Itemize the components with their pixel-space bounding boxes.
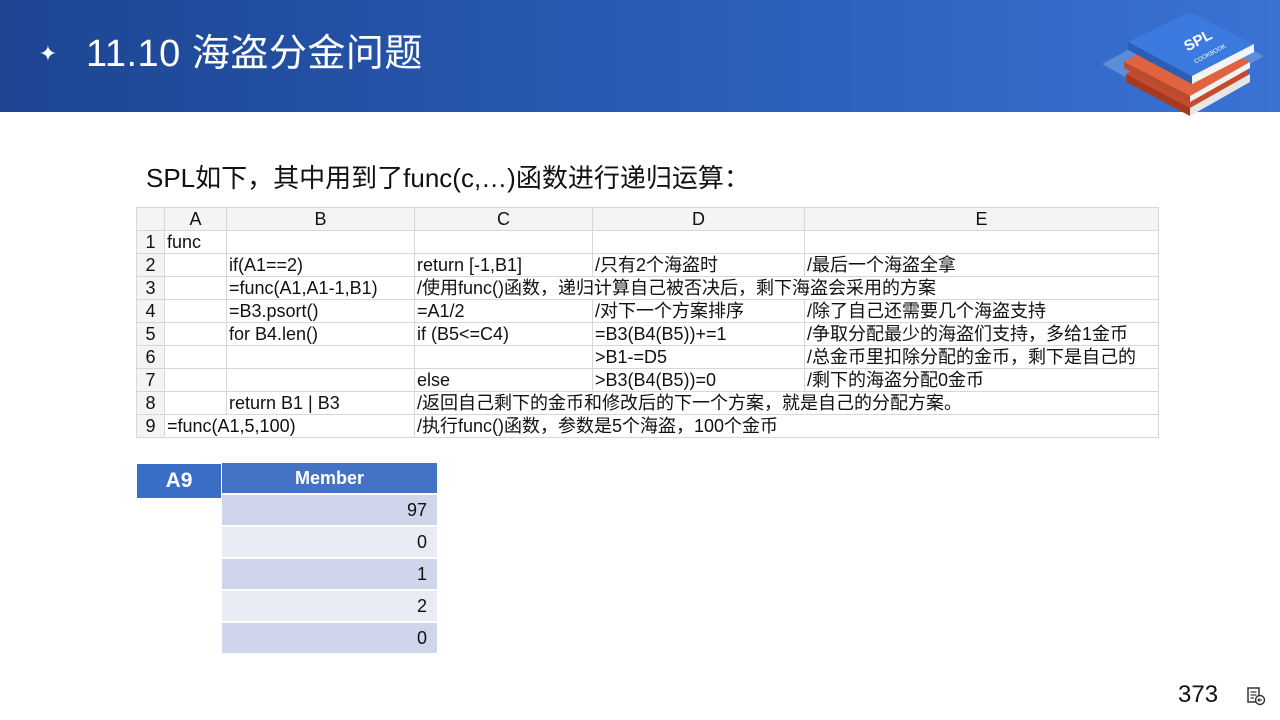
- cell[interactable]: =func(A1,5,100): [164, 414, 415, 438]
- cell[interactable]: func: [164, 230, 227, 254]
- cell[interactable]: >B3(B4(B5))=0: [592, 368, 805, 392]
- grid-corner: [136, 207, 165, 231]
- intro-text: SPL如下，其中用到了func(c,…)函数进行递归运算：: [146, 163, 750, 193]
- cell[interactable]: for B4.len(): [226, 322, 415, 346]
- grid-row: 7 else >B3(B4(B5))=0 /剩下的海盗分配0金币: [136, 368, 1159, 392]
- row-number[interactable]: 7: [136, 368, 165, 392]
- cell[interactable]: [804, 230, 1159, 254]
- cell[interactable]: else: [414, 368, 593, 392]
- cell[interactable]: [592, 230, 805, 254]
- cell[interactable]: /只有2个海盗时: [592, 253, 805, 277]
- column-header[interactable]: A: [164, 207, 227, 231]
- cell[interactable]: /争取分配最少的海盗们支持，多给1金币: [804, 322, 1159, 346]
- cell[interactable]: [164, 322, 227, 346]
- grid-row: 8 return B1 | B3 /返回自己剩下的金币和修改后的下一个方案，就是…: [136, 391, 1159, 415]
- grid-row: 1 func: [136, 230, 1159, 254]
- result-value: 0: [222, 527, 437, 557]
- slide-title: 11.10 海盗分金问题: [86, 33, 423, 75]
- result-table: Member 97 0 1 2 0: [222, 463, 437, 653]
- cell[interactable]: [164, 276, 227, 300]
- cell[interactable]: if(A1==2): [226, 253, 415, 277]
- cell[interactable]: return [-1,B1]: [414, 253, 593, 277]
- grid-row: 3 =func(A1,A1-1,B1) /使用func()函数，递归计算自己被否…: [136, 276, 1159, 300]
- slide-menu-icon[interactable]: [1246, 686, 1266, 706]
- star-icon: ✦: [38, 41, 58, 66]
- cell[interactable]: if (B5<=C4): [414, 322, 593, 346]
- row-number[interactable]: 3: [136, 276, 165, 300]
- cell[interactable]: /返回自己剩下的金币和修改后的下一个方案，就是自己的分配方案。: [414, 391, 1159, 415]
- cell[interactable]: =func(A1,A1-1,B1): [226, 276, 415, 300]
- spl-cookbook-logo: SPL COOKBOOK: [1102, 14, 1264, 116]
- row-number[interactable]: 1: [136, 230, 165, 254]
- cell[interactable]: /除了自己还需要几个海盗支持: [804, 299, 1159, 323]
- result-value: 0: [222, 623, 437, 653]
- grid-header-row: A B C D E: [136, 207, 1159, 231]
- column-header[interactable]: E: [804, 207, 1159, 231]
- cell[interactable]: >B1-=D5: [592, 345, 805, 369]
- cell[interactable]: [414, 345, 593, 369]
- cell[interactable]: /总金币里扣除分配的金币，剩下是自己的: [804, 345, 1159, 369]
- cell[interactable]: /执行func()函数，参数是5个海盗，100个金币: [414, 414, 1159, 438]
- column-header[interactable]: D: [592, 207, 805, 231]
- cell[interactable]: [164, 391, 227, 415]
- cell[interactable]: [414, 230, 593, 254]
- cell[interactable]: /使用func()函数，递归计算自己被否决后，剩下海盗会采用的方案: [414, 276, 1159, 300]
- page-number: 373: [1178, 681, 1219, 708]
- grid-row: 4 =B3.psort() =A1/2 /对下一个方案排序 /除了自己还需要几个…: [136, 299, 1159, 323]
- row-number[interactable]: 2: [136, 253, 165, 277]
- result-cell-label: A9: [137, 464, 221, 498]
- cell[interactable]: /对下一个方案排序: [592, 299, 805, 323]
- cell[interactable]: return B1 | B3: [226, 391, 415, 415]
- cell[interactable]: [226, 368, 415, 392]
- row-number[interactable]: 9: [136, 414, 165, 438]
- spl-code-grid: A B C D E 1 func 2 if(A1==2) return [-1,…: [136, 207, 1159, 438]
- grid-row: 9 =func(A1,5,100) /执行func()函数，参数是5个海盗，10…: [136, 414, 1159, 438]
- cell[interactable]: [164, 345, 227, 369]
- grid-row: 6 >B1-=D5 /总金币里扣除分配的金币，剩下是自己的: [136, 345, 1159, 369]
- cell[interactable]: [164, 368, 227, 392]
- grid-row: 5 for B4.len() if (B5<=C4) =B3(B4(B5))+=…: [136, 322, 1159, 346]
- cell[interactable]: [164, 253, 227, 277]
- cell[interactable]: [226, 345, 415, 369]
- grid-row: 2 if(A1==2) return [-1,B1] /只有2个海盗时 /最后一…: [136, 253, 1159, 277]
- cell[interactable]: /剩下的海盗分配0金币: [804, 368, 1159, 392]
- cell[interactable]: [164, 299, 227, 323]
- cell[interactable]: =A1/2: [414, 299, 593, 323]
- cell[interactable]: [226, 230, 415, 254]
- column-header[interactable]: C: [414, 207, 593, 231]
- cell[interactable]: /最后一个海盗全拿: [804, 253, 1159, 277]
- result-column-header: Member: [222, 463, 437, 493]
- row-number[interactable]: 5: [136, 322, 165, 346]
- row-number[interactable]: 4: [136, 299, 165, 323]
- result-value: 1: [222, 559, 437, 589]
- column-header[interactable]: B: [226, 207, 415, 231]
- cell[interactable]: =B3.psort(): [226, 299, 415, 323]
- title-bar: ✦ 11.10 海盗分金问题 SPL COOKBOOK: [0, 0, 1280, 116]
- result-value: 2: [222, 591, 437, 621]
- row-number[interactable]: 8: [136, 391, 165, 415]
- row-number[interactable]: 6: [136, 345, 165, 369]
- cell[interactable]: =B3(B4(B5))+=1: [592, 322, 805, 346]
- result-value: 97: [222, 495, 437, 525]
